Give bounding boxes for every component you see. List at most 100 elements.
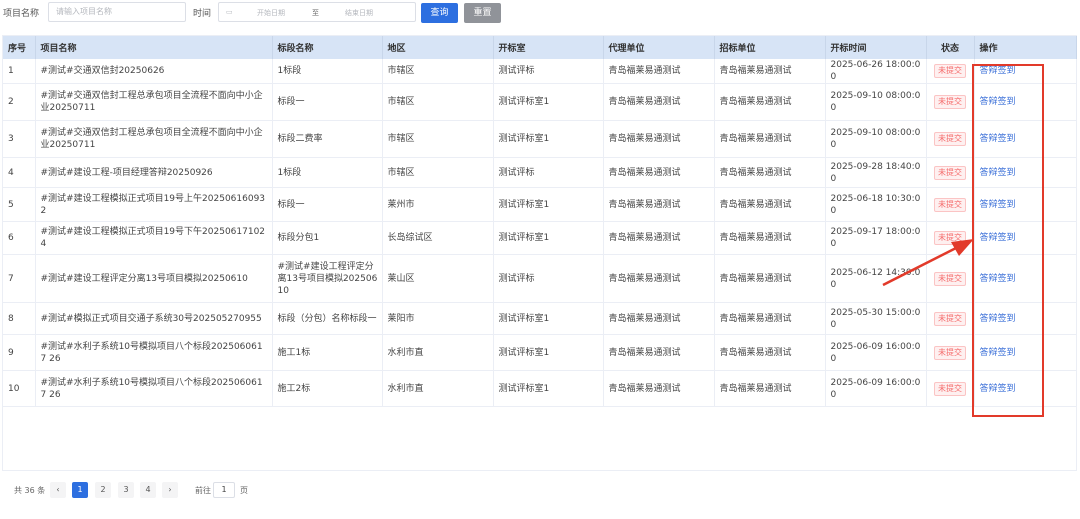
date-range-picker[interactable]: ▭ 开始日期 至 结束日期: [218, 2, 416, 22]
table-row: 4 #测试#建设工程-项目经理答辩20250926 1标段 市辖区 测试评标 青岛福莱易通…: [3, 157, 1077, 188]
cell-status: 未提交: [926, 157, 975, 188]
cell-section-name: #测试#建设工程评定分离13号项目模拟20250610: [272, 254, 383, 303]
cell-status: 未提交: [926, 370, 975, 407]
page-2[interactable]: 2: [95, 482, 111, 498]
cell-agent: 青岛福莱易通测试: [603, 187, 715, 222]
cell-tenderer: 青岛福莱易通测试: [714, 302, 826, 335]
project-table: 序号 项目名称 标段名称 地区 开标室 代理单位 招标单位 开标时间 状态 操作…: [2, 35, 1077, 471]
defense-signin-link[interactable]: 答辩签到: [980, 384, 1016, 394]
cell-agent: 青岛福莱易通测试: [603, 157, 715, 188]
cell-project-name: #测试#水利子系统10号模拟项目八个标段2025060617 26: [35, 370, 273, 407]
cell-action: 答辩签到: [974, 120, 1077, 158]
cell-action: 答辩签到: [974, 59, 1077, 84]
cell-agent: 青岛福莱易通测试: [603, 120, 715, 158]
defense-signin-link[interactable]: 答辩签到: [980, 200, 1016, 210]
cell-status: 未提交: [926, 302, 975, 335]
status-badge: 未提交: [934, 132, 966, 146]
table-row: 9 #测试#水利子系统10号模拟项目八个标段2025060617 26 施工1标 水利…: [3, 334, 1077, 371]
cell-no: 1: [3, 59, 36, 84]
cell-region: 水利市直: [382, 370, 494, 407]
defense-signin-link[interactable]: 答辩签到: [980, 314, 1016, 324]
defense-signin-link[interactable]: 答辩签到: [980, 348, 1016, 358]
next-page-button[interactable]: ›: [162, 482, 178, 498]
cell-action: 答辩签到: [974, 302, 1077, 335]
cell-open-time: 2025-06-12 14:30:00: [825, 254, 927, 303]
defense-signin-link[interactable]: 答辩签到: [980, 168, 1016, 178]
table-row: 2 #测试#交通双信封工程总承包项目全流程不面向中小企业20250711 标段一 市辖…: [3, 83, 1077, 121]
start-date-input[interactable]: 开始日期: [257, 8, 285, 18]
cell-region: 市辖区: [382, 157, 494, 188]
reset-button[interactable]: 重置: [464, 3, 501, 23]
header-agent: 代理单位: [603, 36, 715, 59]
table-row: 3 #测试#交通双信封工程总承包项目全流程不面向中小企业20250711 标段二费率…: [3, 120, 1077, 158]
page-3[interactable]: 3: [118, 482, 134, 498]
header-action: 操作: [974, 36, 1077, 59]
cell-section-name: 1标段: [272, 59, 383, 84]
goto-page-input[interactable]: 1: [213, 482, 235, 498]
cell-tenderer: 青岛福莱易通测试: [714, 83, 826, 121]
search-bar: 项目名称 请输入项目名称 时间 ▭ 开始日期 至 结束日期 查询 重置: [0, 0, 1080, 28]
cell-region: 市辖区: [382, 59, 494, 84]
cell-tenderer: 青岛福莱易通测试: [714, 59, 826, 84]
status-badge: 未提交: [934, 231, 966, 245]
cell-status: 未提交: [926, 187, 975, 222]
table-row: 1 #测试#交通双信封20250626 1标段 市辖区 测试评标 青岛福莱易通测试 青岛福莱…: [3, 59, 1077, 84]
cell-open-time: 2025-06-09 16:00:00: [825, 370, 927, 407]
cell-bid-room: 测试评标室1: [493, 334, 604, 371]
defense-signin-link[interactable]: 答辩签到: [980, 134, 1016, 144]
cell-no: 3: [3, 120, 36, 158]
prev-page-button[interactable]: ‹: [50, 482, 66, 498]
cell-bid-room: 测试评标: [493, 157, 604, 188]
cell-agent: 青岛福莱易通测试: [603, 302, 715, 335]
cell-bid-room: 测试评标室1: [493, 83, 604, 121]
page-4[interactable]: 4: [140, 482, 156, 498]
defense-signin-link[interactable]: 答辩签到: [980, 274, 1016, 284]
defense-signin-link[interactable]: 答辩签到: [980, 97, 1016, 107]
end-date-input[interactable]: 结束日期: [345, 8, 373, 18]
cell-open-time: 2025-06-26 18:00:00: [825, 59, 927, 84]
goto-unit: 页: [240, 486, 248, 495]
calendar-icon: ▭: [226, 8, 233, 16]
cell-region: 莱州市: [382, 187, 494, 222]
cell-no: 9: [3, 334, 36, 371]
cell-status: 未提交: [926, 59, 975, 84]
cell-open-time: 2025-09-17 18:00:00: [825, 221, 927, 255]
cell-no: 7: [3, 254, 36, 303]
status-badge: 未提交: [934, 95, 966, 109]
table-row: 10 #测试#水利子系统10号模拟项目八个标段2025060617 26 施工2标水…: [3, 370, 1077, 407]
cell-project-name: #测试#建设工程模拟正式项目19号上午202506160932: [35, 187, 273, 222]
cell-action: 答辩签到: [974, 254, 1077, 303]
cell-status: 未提交: [926, 221, 975, 255]
cell-tenderer: 青岛福莱易通测试: [714, 221, 826, 255]
pagination: 共 36 条 ‹ 1 2 3 4 › 前往 1 页: [0, 480, 400, 500]
cell-bid-room: 测试评标室1: [493, 370, 604, 407]
cell-no: 8: [3, 302, 36, 335]
status-badge: 未提交: [934, 64, 966, 78]
project-name-input[interactable]: 请输入项目名称: [48, 2, 186, 22]
cell-project-name: #测试#交通双信封工程总承包项目全流程不面向中小企业20250711: [35, 120, 273, 158]
header-region: 地区: [382, 36, 494, 59]
cell-status: 未提交: [926, 334, 975, 371]
table-row: 8 #测试#模拟正式项目交通子系统30号202505270955 标段（分包）名称标…: [3, 302, 1077, 335]
query-button[interactable]: 查询: [421, 3, 458, 23]
header-project-name: 项目名称: [35, 36, 273, 59]
cell-bid-room: 测试评标室1: [493, 302, 604, 335]
cell-action: 答辩签到: [974, 83, 1077, 121]
defense-signin-link[interactable]: 答辩签到: [980, 233, 1016, 243]
cell-bid-room: 测试评标: [493, 254, 604, 303]
cell-tenderer: 青岛福莱易通测试: [714, 254, 826, 303]
cell-tenderer: 青岛福莱易通测试: [714, 334, 826, 371]
defense-signin-link[interactable]: 答辩签到: [980, 66, 1016, 76]
page-1[interactable]: 1: [72, 482, 88, 498]
cell-project-name: #测试#建设工程评定分离13号项目模拟20250610: [35, 254, 273, 303]
table-row: 5 #测试#建设工程模拟正式项目19号上午202506160932 标段一 莱州市 测试…: [3, 187, 1077, 222]
cell-project-name: #测试#模拟正式项目交通子系统30号202505270955: [35, 302, 273, 335]
header-status: 状态: [926, 36, 975, 59]
cell-no: 6: [3, 221, 36, 255]
cell-no: 5: [3, 187, 36, 222]
status-badge: 未提交: [934, 165, 966, 180]
cell-agent: 青岛福莱易通测试: [603, 221, 715, 255]
cell-action: 答辩签到: [974, 370, 1077, 407]
cell-tenderer: 青岛福莱易通测试: [714, 120, 826, 158]
cell-section-name: 标段（分包）名称标段一: [272, 302, 383, 335]
